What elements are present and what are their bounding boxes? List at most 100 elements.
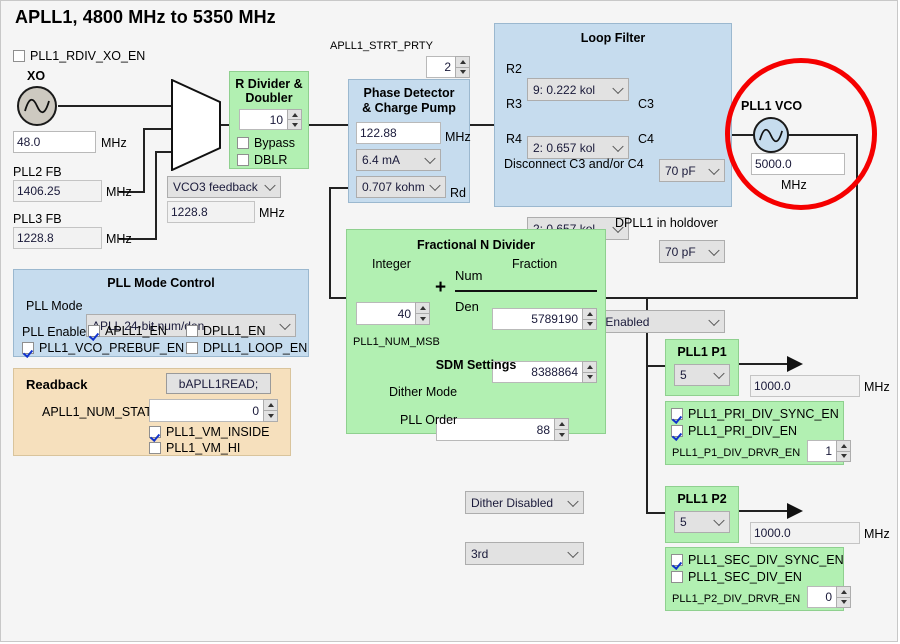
pll1-pri-div-en-box[interactable] xyxy=(671,425,683,437)
pll1-p1-drvr-stepper-buttons[interactable] xyxy=(836,440,851,462)
r3-select[interactable]: 2: 0.657 kol xyxy=(527,136,629,159)
num-stepper-buttons[interactable] xyxy=(582,308,597,330)
pll1-p1-drvr-step-up[interactable] xyxy=(836,440,851,451)
pll1-sec-div-en-box[interactable] xyxy=(671,571,683,583)
c4-select[interactable]: 70 pF xyxy=(659,240,725,263)
pll1-p2-divider-select[interactable]: 5 xyxy=(674,511,730,533)
integer-value[interactable]: 40 xyxy=(356,302,415,325)
integer-step-down[interactable] xyxy=(415,313,430,325)
phase-detector-freq-input[interactable]: 122.88 xyxy=(356,122,441,144)
pll1-vm-hi-box[interactable] xyxy=(149,442,161,454)
pll1-vm-inside-checkbox[interactable]: PLL1_VM_INSIDE xyxy=(149,425,270,439)
chevron-down-icon xyxy=(279,318,290,329)
num-msb-step-down[interactable] xyxy=(554,429,569,441)
pll1-pri-div-sync-en-box[interactable] xyxy=(671,408,683,420)
dpll1-loop-en-checkbox[interactable]: DPLL1_LOOP_EN xyxy=(186,341,307,355)
integer-stepper-buttons[interactable] xyxy=(415,302,430,325)
fraction-label: Fraction xyxy=(512,257,557,271)
num-step-down[interactable] xyxy=(582,319,597,331)
r2-select[interactable]: 9: 0.222 kol xyxy=(527,78,629,101)
integer-step-up[interactable] xyxy=(415,302,430,313)
pll1-vm-inside-box[interactable] xyxy=(149,426,161,438)
pll1-pri-div-sync-en-checkbox[interactable]: PLL1_PRI_DIV_SYNC_EN xyxy=(671,407,839,421)
den-label: Den xyxy=(455,299,479,314)
pll1-p2-div-drvr-en-value[interactable]: 0 xyxy=(807,586,836,608)
r-divider-step-down[interactable] xyxy=(287,119,302,130)
num-value-stepper[interactable]: 5789190 xyxy=(492,308,597,330)
chevron-down-icon xyxy=(708,163,719,174)
pll1-sec-div-sync-en-checkbox[interactable]: PLL1_SEC_DIV_SYNC_EN xyxy=(671,553,844,567)
start-priority-stepper[interactable]: 2 xyxy=(426,56,470,78)
pll1-p2-drvr-stepper-buttons[interactable] xyxy=(836,586,851,608)
pll1-pri-div-en-checkbox[interactable]: PLL1_PRI_DIV_EN xyxy=(671,424,797,438)
pll1-p1-div-drvr-en-value[interactable]: 1 xyxy=(807,440,836,462)
pll1-p2-div-drvr-en-stepper[interactable]: 0 xyxy=(807,586,851,608)
pll1-p2-drvr-step-down[interactable] xyxy=(836,597,851,609)
pll1-p2-drvr-step-up[interactable] xyxy=(836,586,851,597)
wire-trunk-to-p1 xyxy=(646,365,666,367)
pll1-rdiv-xo-en-box[interactable] xyxy=(13,50,25,62)
pll1-p1-title: PLL1 P1 xyxy=(666,345,738,359)
chevron-down-icon xyxy=(713,515,724,526)
r2-value: 9: 0.222 kol xyxy=(533,83,595,97)
start-priority-step-down[interactable] xyxy=(455,67,470,79)
pll1-rdiv-xo-en-checkbox[interactable]: PLL1_RDIV_XO_EN xyxy=(13,49,145,63)
c3-select[interactable]: 70 pF xyxy=(659,159,725,182)
start-priority-label: APLL1_STRT_PRTY xyxy=(330,40,433,52)
start-priority-step-up[interactable] xyxy=(455,56,470,67)
pll1-sec-div-en-checkbox[interactable]: PLL1_SEC_DIV_EN xyxy=(671,570,802,584)
pll1-vm-hi-checkbox[interactable]: PLL1_VM_HI xyxy=(149,441,240,455)
num-stat-value[interactable]: 0 xyxy=(149,399,263,422)
pll3-fb-value: 1228.8 xyxy=(13,227,102,249)
r-divider-step-up[interactable] xyxy=(287,109,302,119)
charge-pump-current-select[interactable]: 6.4 mA xyxy=(356,149,441,171)
start-priority-value[interactable]: 2 xyxy=(426,56,455,78)
r-divider-bypass-box[interactable] xyxy=(237,137,249,149)
dpll1-en-checkbox[interactable]: DPLL1_EN xyxy=(186,324,266,338)
chevron-down-icon xyxy=(567,546,578,557)
num-msb-stepper-buttons[interactable] xyxy=(554,418,569,441)
r-divider-dblr-box[interactable] xyxy=(237,154,249,166)
den-step-down[interactable] xyxy=(582,372,597,384)
pll1-p2-output-unit: MHz xyxy=(864,527,890,541)
c4-label: C4 xyxy=(638,132,654,146)
dpll1-loop-en-box[interactable] xyxy=(186,342,198,354)
r-divider-value-stepper[interactable]: 10 xyxy=(239,109,302,130)
pll3-fb-label: PLL3 FB xyxy=(13,212,62,226)
num-stat-stepper-buttons[interactable] xyxy=(263,399,278,422)
r-divider-dblr-checkbox[interactable]: DBLR xyxy=(237,153,308,167)
pll2-fb-unit: MHz xyxy=(106,185,132,199)
pll-order-select[interactable]: 3rd xyxy=(465,542,584,565)
num-msb-step-up[interactable] xyxy=(554,418,569,429)
chevron-down-icon xyxy=(264,180,275,191)
feedback-source-select[interactable]: VCO3 feedback xyxy=(167,176,281,198)
pll1-sec-div-sync-en-box[interactable] xyxy=(671,554,683,566)
vco-freq-input[interactable]: 5000.0 xyxy=(751,153,845,175)
num-step-up[interactable] xyxy=(582,308,597,319)
r-divider-stepper-buttons[interactable] xyxy=(287,109,302,130)
num-stat-stepper[interactable]: 0 xyxy=(149,399,278,422)
xo-freq-input[interactable]: 48.0 xyxy=(13,131,96,153)
r-divider-value[interactable]: 10 xyxy=(239,109,287,130)
integer-value-stepper[interactable]: 40 xyxy=(356,302,430,325)
pll1-sec-div-sync-en-label: PLL1_SEC_DIV_SYNC_EN xyxy=(688,553,844,567)
pll1-p1-div-drvr-en-stepper[interactable]: 1 xyxy=(807,440,851,462)
pll1-p1-drvr-step-down[interactable] xyxy=(836,451,851,463)
dpll1-en-box[interactable] xyxy=(186,325,198,337)
pll1-vco-prebuf-en-box[interactable] xyxy=(22,342,34,354)
num-stat-step-up[interactable] xyxy=(263,399,278,410)
pll3-fb-unit: MHz xyxy=(106,232,132,246)
start-priority-stepper-buttons[interactable] xyxy=(455,56,470,78)
dither-mode-select[interactable]: Dither Disabled xyxy=(465,491,584,514)
readback-read-button[interactable]: bAPLL1READ; xyxy=(166,373,271,394)
rd-resistor-select[interactable]: 0.707 kohm xyxy=(356,176,446,198)
pll1-vco-prebuf-en-checkbox[interactable]: PLL1_VCO_PREBUF_EN xyxy=(22,341,184,355)
apll1-en-checkbox[interactable]: APLL1_EN xyxy=(88,324,167,338)
num-stat-step-down[interactable] xyxy=(263,410,278,422)
num-value[interactable]: 5789190 xyxy=(492,308,582,330)
pll1-p1-divider-value: 5 xyxy=(680,368,687,382)
pll1-p1-divider-select[interactable]: 5 xyxy=(674,364,730,386)
apll1-en-box[interactable] xyxy=(88,325,100,337)
r-divider-bypass-checkbox[interactable]: Bypass xyxy=(237,136,308,150)
xo-freq-unit: MHz xyxy=(101,136,127,150)
